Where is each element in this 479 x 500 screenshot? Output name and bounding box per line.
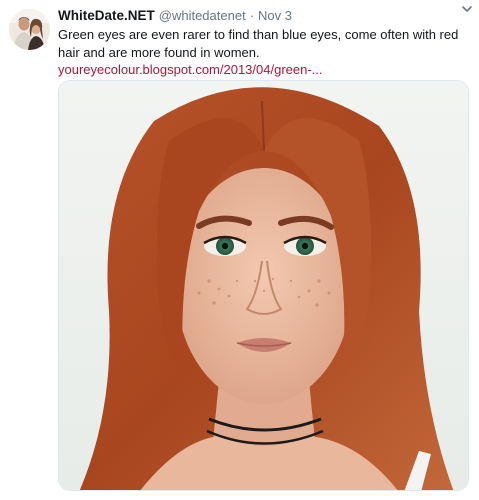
tweet-card: WhiteDate.NET @whitedatenet · Nov 3 Gree… (0, 0, 479, 500)
display-name[interactable]: WhiteDate.NET (58, 7, 155, 25)
tweet-media-photo[interactable] (58, 80, 469, 491)
chevron-down-icon[interactable] (460, 2, 474, 16)
user-handle[interactable]: @whitedatenet (159, 7, 246, 25)
meta-separator: · (249, 8, 255, 23)
tweet-link[interactable]: youreyecolour.blogspot.com/2013/04/green… (58, 61, 470, 79)
tweet-header: WhiteDate.NET @whitedatenet · Nov 3 (58, 7, 470, 25)
tweet-timestamp[interactable]: Nov 3 (258, 7, 292, 25)
avatar-image (9, 9, 50, 50)
portrait-photo (59, 81, 468, 490)
tweet-text: Green eyes are even rarer to find than b… (58, 27, 459, 60)
tweet-content: WhiteDate.NET @whitedatenet · Nov 3 Gree… (58, 7, 470, 79)
avatar[interactable] (9, 9, 50, 50)
